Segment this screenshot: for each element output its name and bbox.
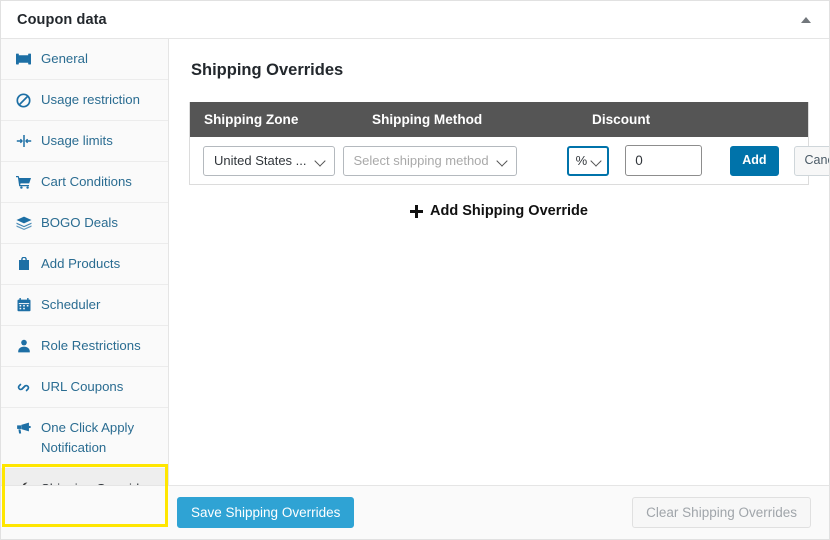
plus-icon: [410, 204, 424, 218]
coupon-data-sidebar: General Usage restriction Usage limits C…: [1, 39, 169, 527]
shipping-overrides-table: Shipping Zone Shipping Method Discount U…: [189, 102, 829, 185]
sidebar-item-bogo-deals[interactable]: BOGO Deals: [1, 203, 168, 244]
link-icon: [15, 378, 32, 396]
calendar-icon: [15, 296, 32, 314]
sidebar-item-label: Cart Conditions: [41, 174, 132, 189]
sidebar-item-label: BOGO Deals: [41, 215, 118, 230]
shipping-overrides-panel: Shipping Overrides Shipping Zone Shippin…: [169, 39, 829, 485]
discount-type-select[interactable]: %: [566, 145, 610, 176]
sidebar-item-scheduler[interactable]: Scheduler: [1, 285, 168, 326]
sidebar-item-label: Scheduler: [41, 297, 101, 312]
sidebar-item-one-click-apply-notification[interactable]: One Click Apply Notification: [1, 408, 168, 469]
shipping-zone-select[interactable]: United States ...: [203, 145, 335, 176]
shipping-method-select[interactable]: Select shipping method: [342, 145, 517, 176]
column-header-discount: Discount: [592, 112, 651, 127]
user-icon: [15, 337, 32, 355]
page-title: Coupon data: [17, 11, 107, 28]
panel-header: Coupon data: [1, 1, 829, 39]
add-shipping-override-button[interactable]: Add Shipping Override: [189, 203, 809, 219]
sidebar-item-label: General: [41, 51, 88, 66]
sidebar-item-usage-restriction[interactable]: Usage restriction: [1, 80, 168, 121]
stack-icon: [15, 214, 32, 232]
caret-up-icon: [801, 16, 811, 23]
sidebar-item-add-products[interactable]: Add Products: [1, 244, 168, 285]
add-button[interactable]: Add: [730, 145, 779, 176]
add-shipping-override-label: Add Shipping Override: [430, 203, 588, 219]
table-header-row: Shipping Zone Shipping Method Discount: [190, 102, 808, 137]
cart-icon: [15, 173, 32, 191]
sidebar-item-url-coupons[interactable]: URL Coupons: [1, 367, 168, 408]
discount-amount-input[interactable]: [625, 145, 703, 176]
sidebar-item-label: One Click Apply Notification: [41, 420, 135, 455]
sidebar-item-label: URL Coupons: [41, 379, 124, 394]
table-row: United States ... Select shipping method…: [190, 137, 829, 184]
section-title: Shipping Overrides: [191, 61, 344, 79]
sidebar-item-label: Role Restrictions: [41, 338, 141, 353]
ban-icon: [15, 91, 32, 109]
sidebar-item-general[interactable]: General: [1, 39, 168, 80]
sidebar-item-cart-conditions[interactable]: Cart Conditions: [1, 162, 168, 203]
save-shipping-overrides-button[interactable]: Save Shipping Overrides: [177, 497, 355, 528]
sidebar-item-role-restrictions[interactable]: Role Restrictions: [1, 326, 168, 367]
limits-icon: [15, 132, 32, 150]
megaphone-icon: [15, 419, 32, 437]
clear-shipping-overrides-button[interactable]: Clear Shipping Overrides: [632, 497, 811, 528]
chevron-down-icon: [592, 156, 602, 166]
sidebar-item-label: Usage restriction: [41, 92, 140, 107]
coupon-data-panel: Coupon data General Usage restriction Us…: [0, 0, 830, 540]
sidebar-item-label: Usage limits: [41, 133, 113, 148]
collapse-toggle-button[interactable]: [797, 11, 815, 29]
bag-icon: [15, 255, 32, 273]
chevron-down-icon: [316, 156, 326, 166]
column-header-shipping-zone: Shipping Zone: [204, 112, 299, 127]
sidebar-item-usage-limits[interactable]: Usage limits: [1, 121, 168, 162]
column-header-shipping-method: Shipping Method: [372, 112, 483, 127]
discount-type-value: %: [575, 153, 588, 168]
chevron-down-icon: [498, 156, 508, 166]
shipping-method-placeholder: Select shipping method: [353, 153, 489, 168]
cancel-button[interactable]: Cancel: [793, 145, 829, 176]
ticket-icon: [15, 50, 32, 68]
panel-body: General Usage restriction Usage limits C…: [1, 39, 829, 527]
sidebar-item-label: Add Products: [41, 256, 121, 271]
shipping-zone-value: United States ...: [214, 153, 307, 168]
panel-footer: Save Shipping Overrides Clear Shipping O…: [1, 485, 829, 539]
